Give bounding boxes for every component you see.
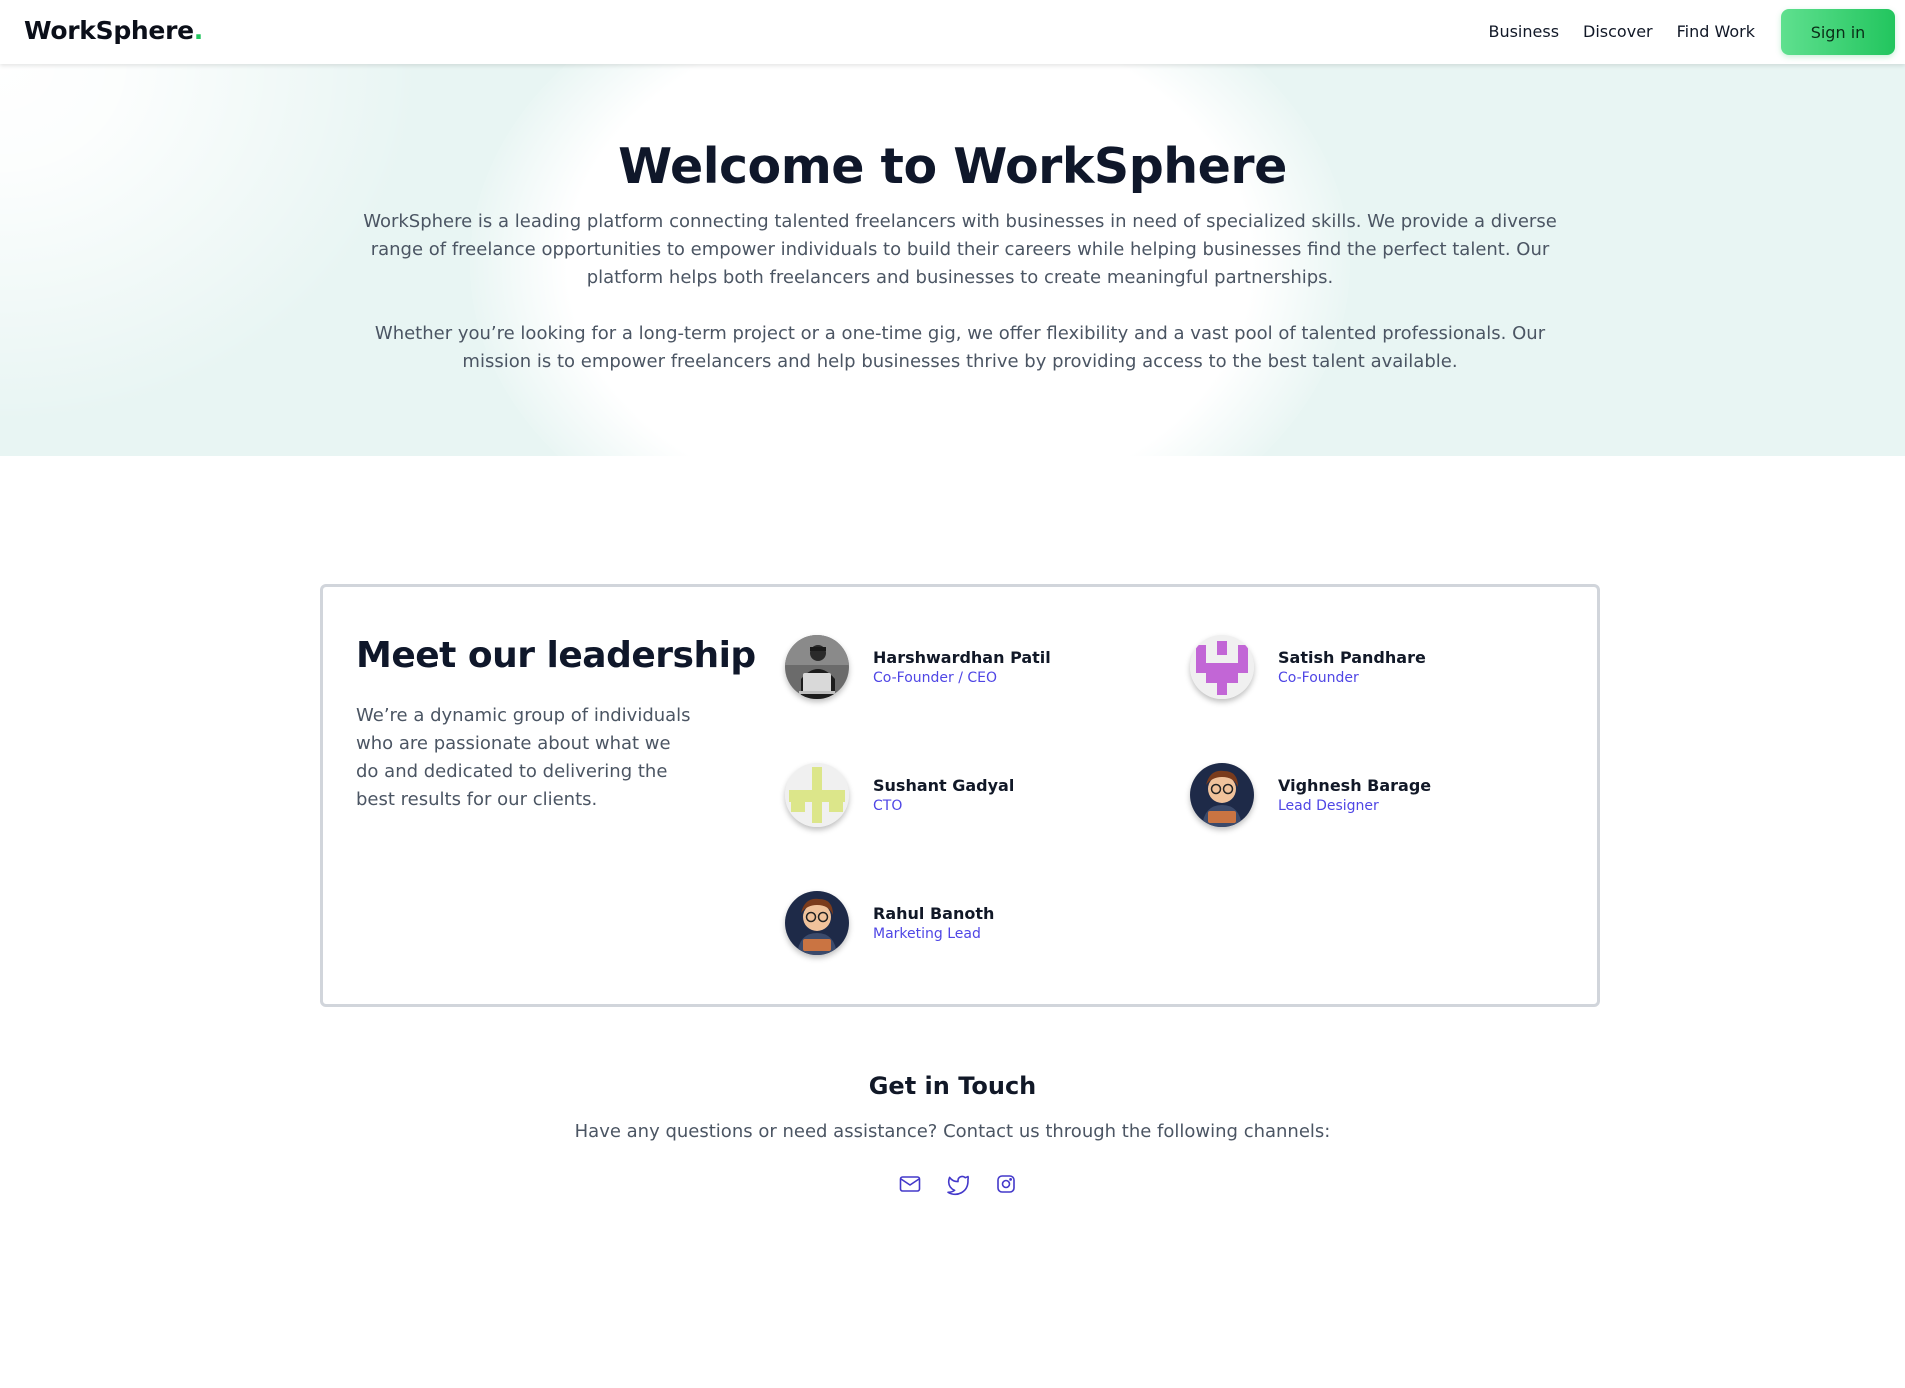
avatar-identicon-purple bbox=[1190, 635, 1254, 699]
member-role: Co-Founder / CEO bbox=[873, 670, 998, 686]
mail-icon[interactable] bbox=[898, 1172, 922, 1196]
hero-section: Welcome to WorkSphere WorkSphere is a le… bbox=[0, 64, 1905, 456]
member-name: Sushant Gadyal bbox=[873, 776, 1015, 795]
leadership-card: Meet our leadership We’re a dynamic grou… bbox=[320, 584, 1600, 1007]
leadership-description: We’re a dynamic group of individuals who… bbox=[356, 705, 691, 810]
contact-title: Get in Touch bbox=[868, 1072, 1037, 1100]
member-name: Harshwardhan Patil bbox=[873, 648, 1051, 667]
member-card: Harshwardhan Patil Co-Founder / CEO bbox=[785, 635, 1145, 703]
avatar-cartoon-boy bbox=[1190, 763, 1254, 827]
navbar: WorkSphere. Business Discover Find Work … bbox=[0, 0, 1905, 64]
brand-name: WorkSphere bbox=[24, 16, 194, 45]
contact-description: Have any questions or need assistance? C… bbox=[574, 1121, 1331, 1142]
nav-link-discover[interactable]: Discover bbox=[1583, 22, 1653, 41]
member-card: Vighnesh Barage Lead Designer bbox=[1190, 763, 1550, 831]
member-card: Rahul Banoth Marketing Lead bbox=[785, 891, 1145, 959]
nav-link-find-work[interactable]: Find Work bbox=[1677, 22, 1755, 41]
instagram-icon[interactable] bbox=[994, 1172, 1018, 1196]
member-card: Sushant Gadyal CTO bbox=[785, 763, 1145, 831]
avatar-photo-person-laptop bbox=[785, 635, 849, 699]
hero-paragraph-1: WorkSphere is a leading platform connect… bbox=[363, 211, 1557, 288]
brand-logo[interactable]: WorkSphere. bbox=[24, 16, 203, 45]
hero-paragraph-2: Whether you’re looking for a long-term p… bbox=[374, 323, 1546, 372]
sign-in-button[interactable]: Sign in bbox=[1781, 9, 1895, 55]
member-name: Vighnesh Barage bbox=[1278, 776, 1432, 795]
nav-link-business[interactable]: Business bbox=[1488, 22, 1559, 41]
member-role: Marketing Lead bbox=[873, 926, 981, 942]
nav-links: Business Discover Find Work bbox=[1488, 22, 1755, 41]
hero-title: Welcome to WorkSphere bbox=[618, 138, 1287, 195]
member-name: Rahul Banoth bbox=[873, 904, 995, 923]
brand-dot: . bbox=[193, 16, 204, 45]
twitter-icon[interactable] bbox=[946, 1172, 970, 1196]
avatar-identicon-lime bbox=[785, 763, 849, 827]
leadership-title: Meet our leadership bbox=[356, 635, 756, 676]
contact-channels bbox=[898, 1172, 1018, 1196]
member-role: Lead Designer bbox=[1278, 798, 1379, 814]
member-name: Satish Pandhare bbox=[1278, 648, 1426, 667]
avatar-cartoon-boy bbox=[785, 891, 849, 955]
member-card: Satish Pandhare Co-Founder bbox=[1190, 635, 1550, 703]
member-role: Co-Founder bbox=[1278, 670, 1359, 686]
member-role: CTO bbox=[873, 798, 903, 814]
